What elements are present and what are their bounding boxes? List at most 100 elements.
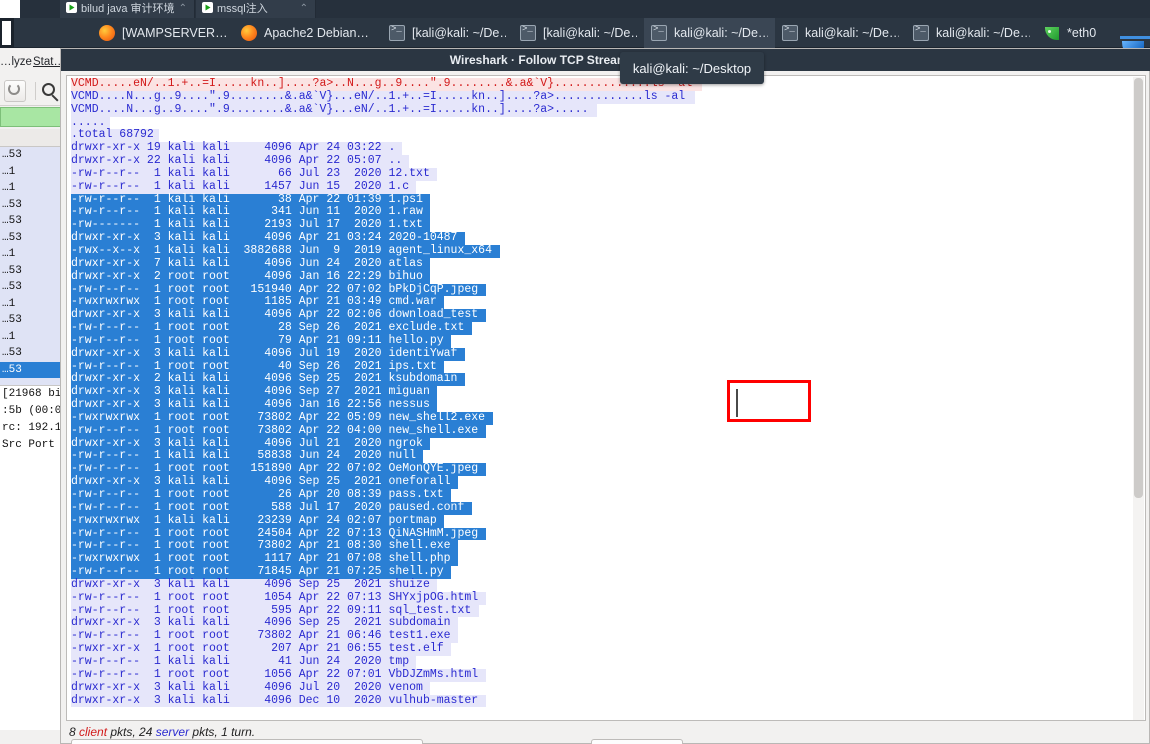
taskbar-item-terminal-4[interactable]: kali@kali: ~/De… [775, 18, 906, 48]
stream-line[interactable]: ..... [71, 115, 1145, 130]
stream-line-text: drwxr-xr-x 2 kali kali 4096 Sep 25 2021 … [71, 372, 458, 386]
taskbar-item-apache2[interactable]: Apache2 Debian… [234, 18, 382, 48]
main-toolbar [0, 76, 66, 106]
close-icon[interactable]: ⌃ [300, 0, 308, 18]
stream-line-text: .total 68792 [71, 128, 154, 142]
packet-row[interactable]: …53 [0, 197, 66, 214]
packet-row[interactable]: …1 [0, 180, 66, 197]
packet-row[interactable]: …53 [0, 147, 66, 164]
detail-row[interactable]: :5b (00:0 [0, 403, 66, 420]
packet-row[interactable]: …1 [0, 164, 66, 181]
stream-content-pane[interactable]: VCMD.....eN/..1.+..=I.....kn..]....?a>..… [66, 75, 1146, 721]
highlighted-text-input[interactable] [727, 380, 811, 422]
display-filter-input[interactable] [0, 107, 66, 127]
stream-line[interactable]: -rw-r--r-- 1 root root 79 Apr 21 09:11 h… [71, 333, 1145, 348]
packet-row[interactable]: …1 [0, 296, 66, 313]
stream-line[interactable]: -rw-r--r-- 1 root root 1056 Apr 22 07:01… [71, 667, 1145, 682]
stream-line[interactable]: -rw-r--r-- 1 root root 71845 Apr 21 07:2… [71, 565, 1145, 579]
stream-line[interactable]: -rw-r--r-- 1 kali kali 41 Jun 24 2020 tm… [71, 655, 1145, 669]
browser-tab-1[interactable]: mssql注入 ⌃ [196, 0, 316, 18]
reload-icon [8, 83, 20, 95]
stream-line[interactable]: -rw-r--r-- 1 root root 1054 Apr 22 07:13… [71, 591, 1145, 605]
stream-line[interactable]: -rw-r--r-- 1 root root 588 Jul 17 2020 p… [71, 501, 1145, 515]
menu-item-analyze[interactable]: …lyze [0, 56, 32, 68]
detail-row[interactable]: rc: 192.1 [0, 420, 66, 437]
terminal-icon [520, 24, 536, 41]
format-select[interactable]: ASCII [591, 739, 683, 744]
stream-line-text: -rwxrwxrwx 1 root root 73802 Apr 22 05:0… [71, 410, 486, 424]
terminal-icon [782, 24, 798, 41]
packet-row[interactable]: …53 [0, 213, 66, 230]
search-icon[interactable] [42, 83, 55, 96]
stream-line-text: ..... [71, 115, 106, 129]
packet-row[interactable]: …53 [0, 279, 66, 296]
stream-line[interactable]: -rw-r--r-- 1 kali kali 1457 Jun 15 2020 … [71, 180, 1145, 194]
packet-row[interactable]: …53 [0, 230, 66, 247]
packet-row-selected[interactable]: …53 [0, 361, 66, 378]
stream-line[interactable]: drwxr-xr-x 3 kali kali 4096 Jan 16 22:56… [71, 398, 1145, 412]
stream-line[interactable]: drwxr-xr-x 7 kali kali 4096 Jun 24 2020 … [71, 256, 1145, 271]
stream-line[interactable]: -rw-r--r-- 1 root root 26 Apr 20 08:39 p… [71, 488, 1145, 502]
text-cursor [736, 389, 738, 417]
stream-line-text: -rw-r--r-- 1 root root 79 Apr 21 09:11 h… [71, 333, 444, 347]
stream-line-text: -rw-r--r-- 1 root root 73802 Apr 21 06:4… [71, 629, 451, 643]
browser-tab-strip: bilud java 审计环境 ⌃ mssql注入 ⌃ [0, 0, 1150, 18]
stream-line[interactable]: drwxr-xr-x 3 kali kali 4096 Sep 25 2021 … [71, 577, 1145, 592]
packet-row[interactable]: …1 [0, 246, 66, 263]
close-icon[interactable]: ⌃ [179, 0, 187, 18]
stream-line[interactable]: VCMD....N...g..9....".9........&.a&`V}..… [71, 103, 1145, 117]
packet-row[interactable]: …53 [0, 312, 66, 329]
vertical-scrollbar[interactable] [1133, 77, 1144, 720]
stream-line-text: -rw-r--r-- 1 root root 1056 Apr 22 07:01… [71, 667, 479, 681]
stream-line[interactable]: VCMD....N...g..9....".9........&.a&`V}..… [71, 89, 1145, 104]
packet-list-column-header [0, 129, 66, 147]
browser-tab-label: mssql注入 [217, 3, 268, 15]
taskbar-item-terminal-1[interactable]: [kali@kali: ~/De… [382, 18, 513, 48]
stream-line[interactable]: -rw-r--r-- 1 root root 28 Sep 26 2021 ex… [71, 321, 1145, 335]
stream-line[interactable]: drwxr-xr-x 2 root root 4096 Jan 16 22:29… [71, 270, 1145, 284]
packet-row[interactable]: …53 [0, 345, 66, 362]
stream-line-text: -rw-r--r-- 1 root root 24504 Apr 22 07:1… [71, 526, 479, 540]
packet-row[interactable]: …53 [0, 263, 66, 280]
conversation-select[interactable]: Entire conversation (68792 bytes) [71, 739, 423, 744]
stream-line-text: drwxr-xr-x 3 kali kali 4096 Sep 25 2021 … [71, 577, 430, 591]
stream-line[interactable]: drwxr-xr-x 3 kali kali 4096 Jul 20 2020 … [71, 680, 1145, 695]
stream-line-text: -rw-r--r-- 1 kali kali 38 Apr 22 01:39 1… [71, 192, 423, 206]
packet-list[interactable]: …53 …1 …1 …53 …53 …53 …1 …53 …53 …1 …53 … [0, 147, 66, 385]
stream-line-text: -rw-r--r-- 1 root root 73802 Apr 21 08:3… [71, 539, 451, 553]
browser-tab-0[interactable]: bilud java 审计环境 ⌃ [60, 0, 195, 18]
taskbar-item-wampserver[interactable]: [WAMPSERVER… [92, 18, 234, 48]
taskbar-item-label: kali@kali: ~/De… [674, 26, 768, 40]
stream-line[interactable]: drwxr-xr-x 3 kali kali 4096 Dec 10 2020 … [71, 694, 1145, 708]
packet-row[interactable]: …1 [0, 329, 66, 346]
stream-line[interactable]: -rw-r--r-- 1 root root 73802 Apr 22 04:0… [71, 424, 1145, 438]
toolbar-separator [35, 82, 36, 100]
stream-line[interactable]: drwxr-xr-x 3 kali kali 4096 Jul 19 2020 … [71, 347, 1145, 361]
play-icon [66, 1, 77, 13]
stream-line-text: drwxr-xr-x 7 kali kali 4096 Jun 24 2020 … [71, 256, 423, 270]
detail-row[interactable]: Src Port [0, 437, 66, 454]
taskbar-item-terminal-3[interactable]: kali@kali: ~/De… [644, 18, 775, 48]
scrollbar-thumb[interactable] [1134, 78, 1143, 498]
stream-text[interactable]: VCMD.....eN/..1.+..=I.....kn..]....?a>..… [71, 77, 1145, 708]
stream-line-text: drwxr-xr-x 3 kali kali 4096 Jul 20 2020 … [71, 680, 423, 694]
taskbar-item-terminal-5[interactable]: kali@kali: ~/De… [906, 18, 1037, 48]
stream-line[interactable]: VCMD.....eN/..1.+..=I.....kn..]....?a>..… [71, 77, 1145, 91]
stream-line[interactable]: drwxr-xr-x 22 kali kali 4096 Apr 22 05:0… [71, 154, 1145, 168]
stream-line-text: -rw-r--r-- 1 root root 151940 Apr 22 07:… [71, 282, 479, 296]
stream-line[interactable]: -rwx--x--x 1 kali kali 3882688 Jun 9 201… [71, 244, 1145, 258]
stream-line-text: drwxr-xr-x 3 kali kali 4096 Sep 27 2021 … [71, 385, 430, 399]
stream-line-text: -rw-r--r-- 1 root root 40 Sep 26 2021 ip… [71, 359, 437, 373]
stream-line-text: VCMD....N...g..9....".9........&.a&`V}..… [71, 89, 686, 103]
taskbar-item-label: [WAMPSERVER… [122, 26, 227, 40]
stream-line[interactable]: -rw-r--r-- 1 kali kali 66 Jul 23 2020 12… [71, 167, 1145, 181]
stream-line[interactable]: -rwxrwxrwx 1 root root 73802 Apr 22 05:0… [71, 410, 1145, 425]
detail-row[interactable]: [21968 bi [0, 386, 66, 403]
menu-bar: …lyze Stat… [0, 56, 66, 73]
status-server-word: server [155, 725, 190, 739]
stream-line[interactable]: -rwxrwxrwx 1 kali kali 23239 Apr 24 02:0… [71, 514, 1145, 528]
taskbar-item-eth0[interactable]: *eth0 [1037, 18, 1119, 48]
stream-line-text: drwxr-xr-x 3 kali kali 4096 Jan 16 22:56… [71, 398, 430, 412]
packet-detail-tree[interactable]: [21968 bi :5b (00:0 rc: 192.1 Src Port [0, 385, 66, 730]
taskbar-item-terminal-2[interactable]: [kali@kali: ~/De… [513, 18, 644, 48]
